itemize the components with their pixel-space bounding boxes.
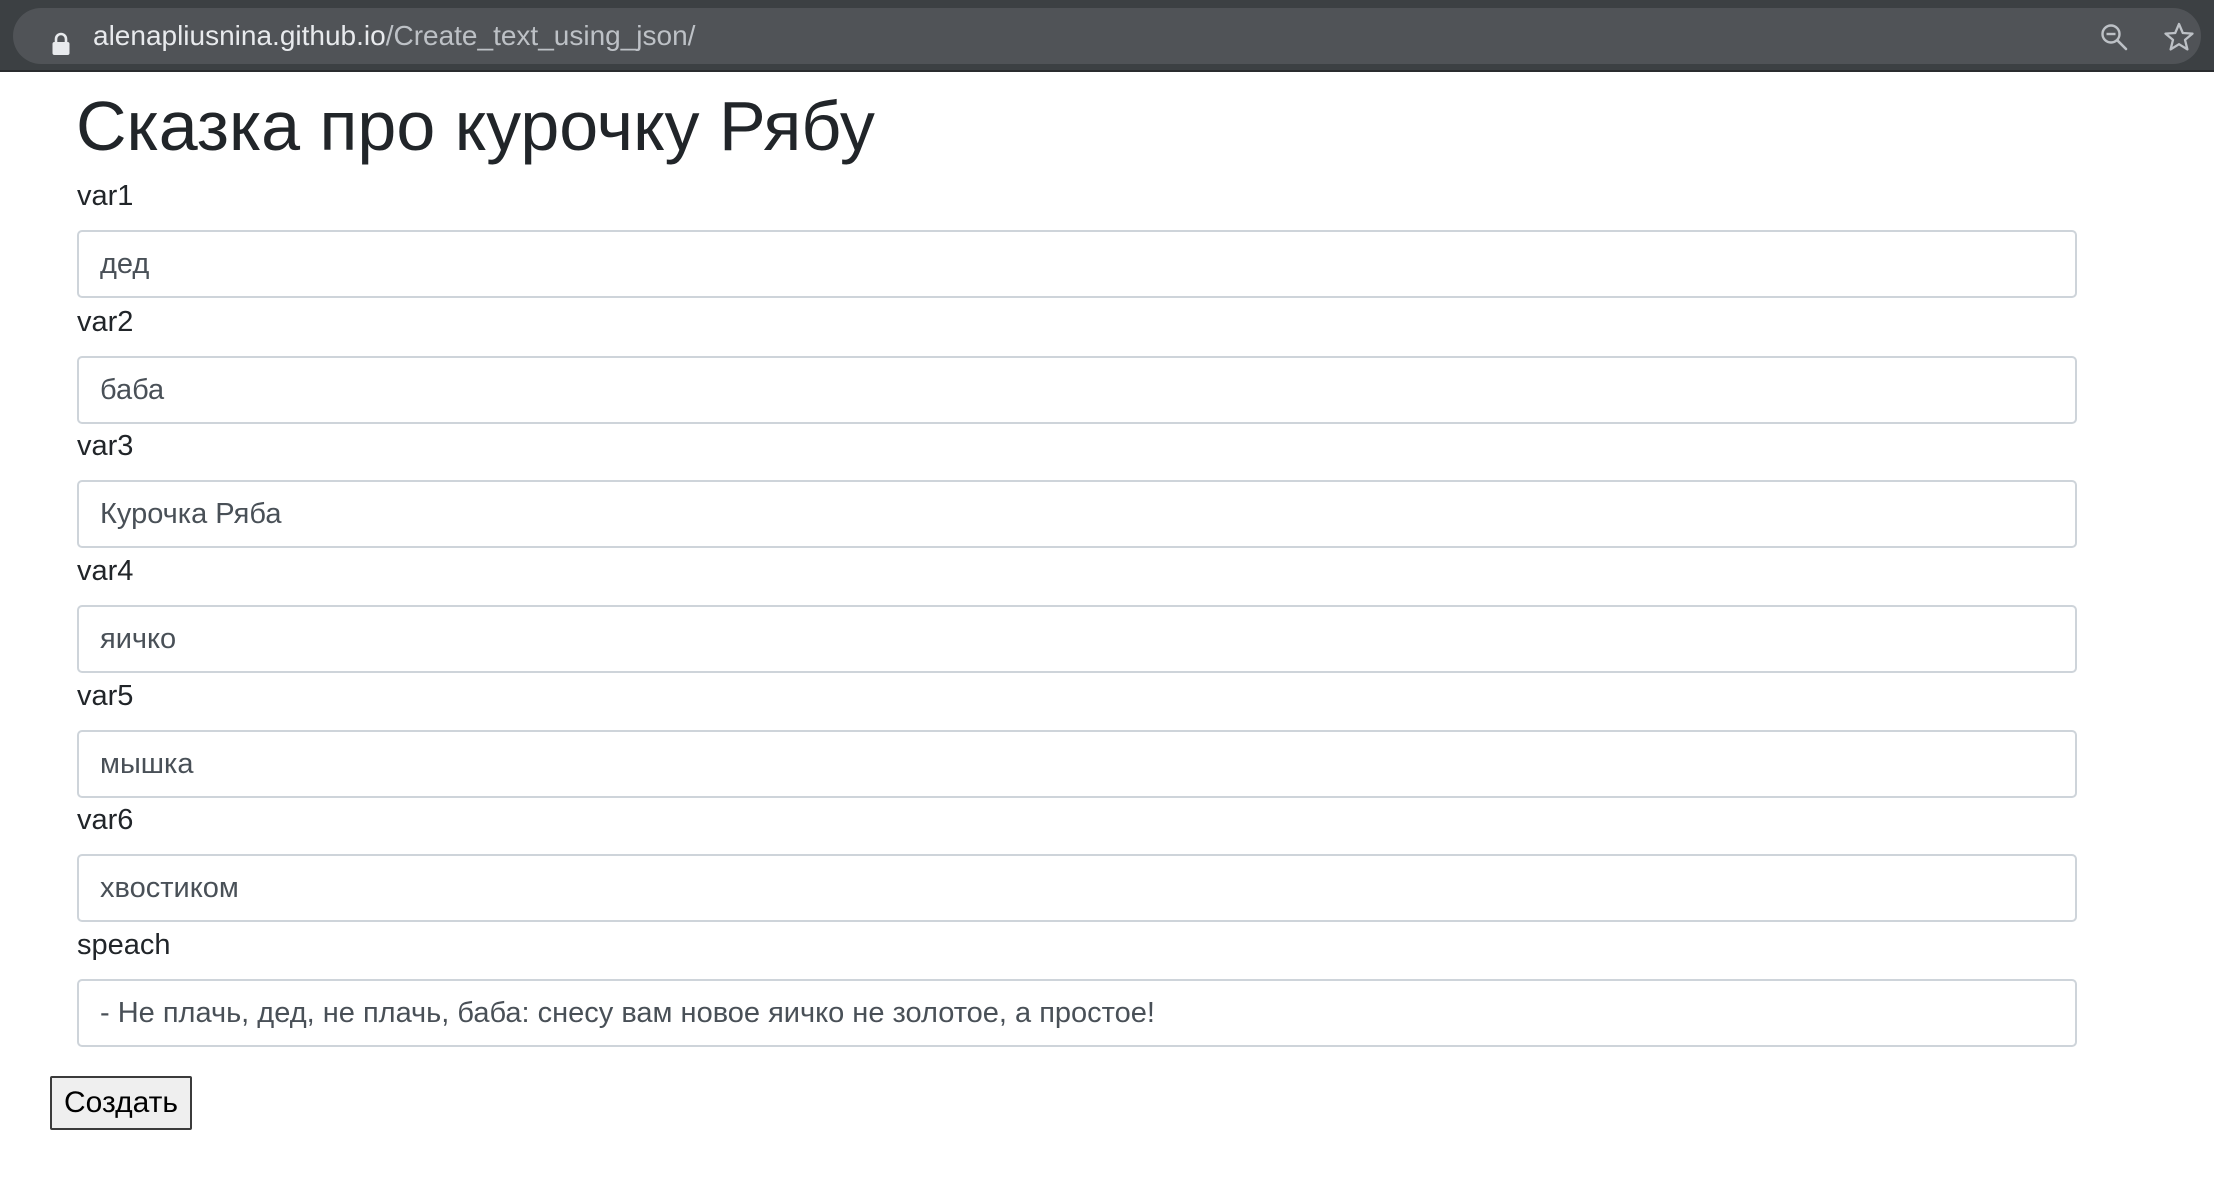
field-label-var6: var6 (77, 804, 134, 836)
zoom-out-icon[interactable] (2100, 23, 2128, 51)
field-label-var5: var5 (77, 680, 134, 712)
bookmark-star-icon[interactable] (2164, 22, 2194, 52)
url-path: /Create_text_using_json/ (385, 20, 696, 51)
field-label-var3: var3 (77, 430, 134, 462)
var6-input[interactable] (77, 854, 2077, 922)
page-title: Сказка про курочку Рябу (76, 87, 875, 165)
browser-toolbar: alenapliusnina.github.io/Create_text_usi… (0, 0, 2214, 72)
field-label-var2: var2 (77, 306, 134, 338)
url-host: alenapliusnina.github.io (93, 20, 386, 51)
url-text[interactable]: alenapliusnina.github.io/Create_text_usi… (93, 8, 695, 64)
field-label-var4: var4 (77, 555, 134, 587)
var1-input[interactable] (77, 230, 2077, 298)
address-bar[interactable]: alenapliusnina.github.io/Create_text_usi… (13, 8, 2201, 64)
field-label-speach: speach (77, 929, 171, 961)
lock-icon[interactable] (51, 32, 71, 56)
var2-input[interactable] (77, 356, 2077, 424)
speach-input[interactable] (77, 979, 2077, 1047)
field-label-var1: var1 (77, 180, 134, 212)
create-button[interactable]: Создать (50, 1076, 192, 1130)
var4-input[interactable] (77, 605, 2077, 673)
var3-input[interactable] (77, 480, 2077, 548)
page-content: Сказка про курочку Рябу var1 var2 var3 v… (0, 72, 2214, 1190)
var5-input[interactable] (77, 730, 2077, 798)
